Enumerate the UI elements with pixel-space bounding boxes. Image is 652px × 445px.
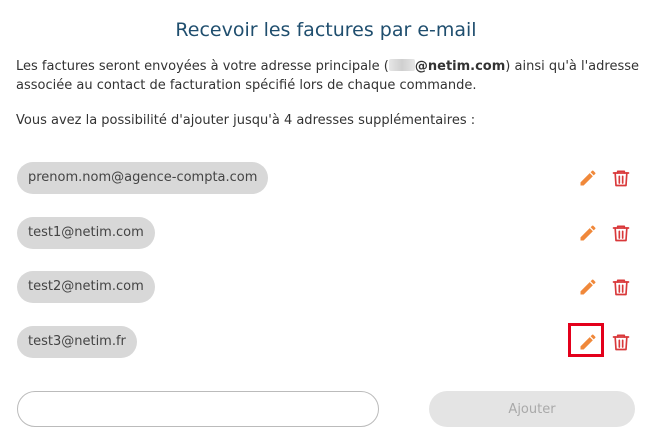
email-chip: test3@netim.fr <box>17 326 137 358</box>
page-title: Recevoir les factures par e-mail <box>175 18 477 41</box>
redacted-username <box>388 59 415 71</box>
pencil-icon <box>580 279 596 295</box>
trash-icon <box>612 170 630 187</box>
edit-email-button[interactable] <box>577 167 599 189</box>
intro-domain: @netim.com <box>414 59 506 74</box>
delete-email-button[interactable] <box>610 167 632 189</box>
email-row: test1@netim.com <box>0 217 652 251</box>
email-row: prenom.nom@agence-compta.com <box>0 162 652 196</box>
email-chip: test2@netim.com <box>17 271 155 303</box>
trash-icon <box>612 279 630 296</box>
new-email-input[interactable] <box>17 391 379 427</box>
email-row: test2@netim.com <box>0 271 652 305</box>
delete-email-button[interactable] <box>610 331 632 353</box>
email-chip: prenom.nom@agence-compta.com <box>17 162 269 194</box>
intro-before: Les factures seront envoyées à votre adr… <box>16 59 389 74</box>
edit-email-button[interactable] <box>577 331 599 353</box>
delete-email-button[interactable] <box>610 276 632 298</box>
edit-email-button[interactable] <box>577 276 599 298</box>
pencil-icon <box>580 225 596 241</box>
edit-email-button[interactable] <box>577 222 599 244</box>
email-chip: test1@netim.com <box>17 217 155 249</box>
pencil-icon <box>580 170 596 186</box>
email-row: test3@netim.fr <box>0 326 652 360</box>
limit-text: Vous avez la possibilité d'ajouter jusqu… <box>16 113 476 128</box>
trash-icon <box>612 225 630 242</box>
pencil-icon <box>580 334 596 350</box>
trash-icon <box>612 334 630 351</box>
add-button[interactable]: Ajouter <box>429 391 635 427</box>
intro-text: Les factures seront envoyées à votre adr… <box>16 57 641 95</box>
delete-email-button[interactable] <box>610 222 632 244</box>
